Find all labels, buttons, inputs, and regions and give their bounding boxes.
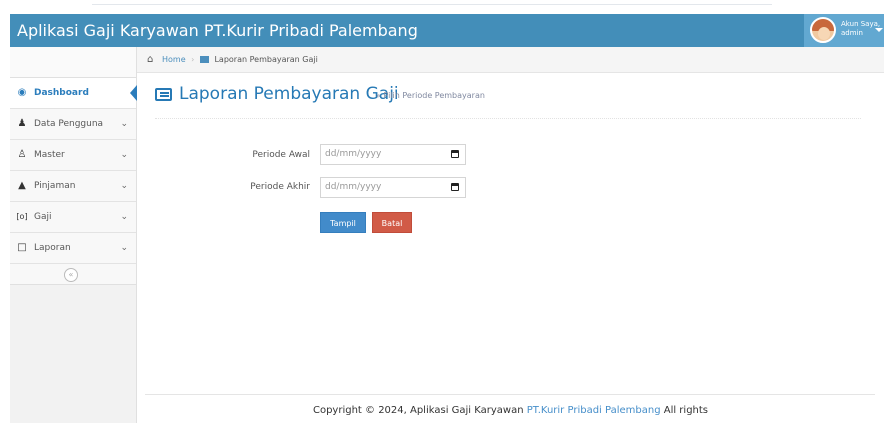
- dashboard-icon: ◉: [17, 87, 27, 98]
- footer-company-link[interactable]: PT.Kurir Pribadi Palembang: [527, 405, 661, 416]
- sidebar: ◉ Dashboard ♟ Data Pengguna ⌄ ♙ Master ⌄…: [10, 47, 137, 423]
- sidebar-item-dashboard[interactable]: ◉ Dashboard: [10, 78, 137, 109]
- sidebar-item-master[interactable]: ♙ Master ⌄: [10, 140, 136, 171]
- home-icon: ⌂: [147, 54, 154, 65]
- footer-divider: [145, 394, 875, 395]
- periode-akhir-input[interactable]: dd/mm/yyyy: [320, 177, 466, 198]
- caret-down-icon: [875, 28, 883, 32]
- chevron-down-icon: ⌄: [120, 181, 128, 191]
- sidebar-item-label: Data Pengguna: [34, 119, 104, 129]
- sidebar-item-label: Gaji: [34, 212, 52, 222]
- sidebar-item-data-pengguna[interactable]: ♟ Data Pengguna ⌄: [10, 109, 136, 140]
- tampil-button[interactable]: Tampil: [320, 212, 366, 233]
- user-menu[interactable]: Akun Saya, admin: [804, 14, 884, 47]
- batal-button[interactable]: Batal: [372, 212, 412, 233]
- calendar-icon[interactable]: [451, 150, 459, 158]
- periode-awal-placeholder: dd/mm/yyyy: [325, 149, 382, 159]
- top-divider: [92, 4, 772, 5]
- footer: Copyright © 2024, Aplikasi Gaji Karyawan…: [137, 405, 884, 416]
- sidebar-item-label: Pinjaman: [34, 181, 76, 191]
- page-title: Laporan Pembayaran Gaji: [179, 84, 399, 104]
- sidebar-shortcuts: [10, 47, 136, 78]
- list-icon: [199, 56, 209, 63]
- sidebar-item-laporan[interactable]: □ Laporan ⌄: [10, 233, 136, 264]
- user-icon: ♟: [17, 118, 27, 129]
- periode-awal-input[interactable]: dd/mm/yyyy: [320, 144, 466, 165]
- sidebar-item-label: Dashboard: [34, 88, 89, 98]
- app-title[interactable]: Aplikasi Gaji Karyawan PT.Kurir Pribadi …: [17, 14, 418, 47]
- chevron-down-icon: ⌄: [120, 212, 128, 222]
- chevron-down-icon: ⌄: [120, 243, 128, 253]
- footer-copyright: Copyright © 2024, Aplikasi Gaji Karyawan: [312, 405, 524, 416]
- footer-suffix: All rights: [663, 405, 709, 416]
- avatar: [810, 17, 836, 43]
- sidebar-item-label: Laporan: [34, 243, 71, 253]
- list-alt-icon: [155, 88, 172, 101]
- page-subtitle: » Pilih Periode Pembayaran: [376, 91, 485, 100]
- active-indicator: [130, 85, 137, 101]
- chevron-down-icon: ⌄: [120, 119, 128, 129]
- collapse-icon[interactable]: «: [64, 268, 78, 282]
- breadcrumb-home[interactable]: Home: [162, 55, 186, 64]
- periode-akhir-placeholder: dd/mm/yyyy: [325, 182, 382, 192]
- group-icon: ♙: [17, 149, 27, 160]
- breadcrumb-current: Laporan Pembayaran Gaji: [214, 55, 318, 64]
- chevron-down-icon: ⌄: [120, 150, 128, 160]
- navbar: Aplikasi Gaji Karyawan PT.Kurir Pribadi …: [10, 14, 884, 47]
- sidebar-item-label: Master: [34, 150, 65, 160]
- sidebar-item-pinjaman[interactable]: ▲ Pinjaman ⌄: [10, 171, 136, 202]
- file-icon: □: [17, 242, 27, 253]
- calendar-icon[interactable]: [451, 183, 459, 191]
- page-header: Laporan Pembayaran Gaji » Pilih Periode …: [155, 84, 861, 119]
- breadcrumb: ⌂ Home › Laporan Pembayaran Gaji: [137, 47, 884, 73]
- sidebar-collapse: «: [10, 264, 136, 285]
- money-icon: [o]: [16, 212, 28, 221]
- sidebar-item-gaji[interactable]: [o] Gaji ⌄: [10, 202, 136, 233]
- periode-akhir-label: Periode Akhir: [250, 182, 310, 192]
- periode-awal-label: Periode Awal: [252, 150, 310, 160]
- book-icon: ▲: [18, 180, 26, 191]
- breadcrumb-separator-icon: ›: [191, 55, 195, 64]
